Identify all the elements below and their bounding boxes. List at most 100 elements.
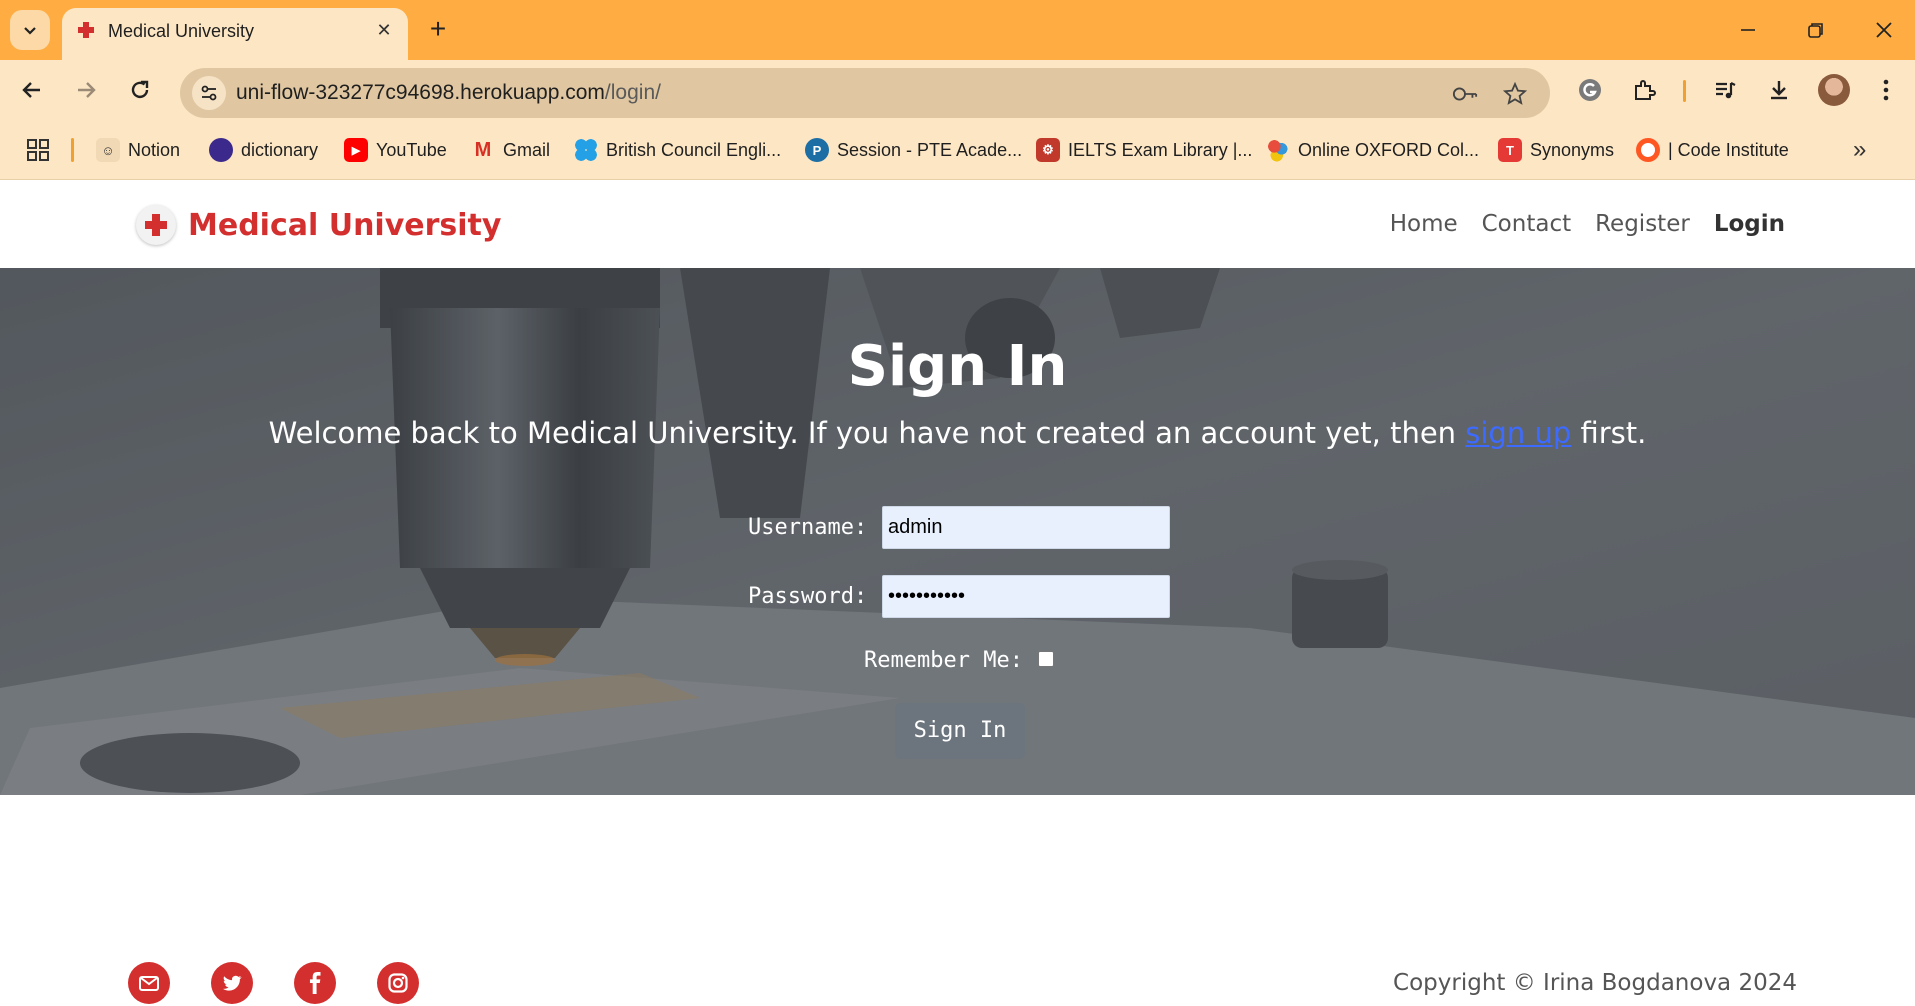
- bookmarks-separator: [71, 138, 74, 162]
- remember-me-checkbox[interactable]: [1038, 651, 1054, 667]
- red-cross-icon: [136, 205, 176, 245]
- bookmark-gmail[interactable]: M Gmail: [471, 137, 550, 163]
- bookmark-pte[interactable]: P Session - PTE Acade...: [805, 137, 1022, 163]
- forward-button[interactable]: [68, 72, 104, 108]
- dictionary-icon: [209, 138, 233, 162]
- bookmark-label: Session - PTE Acade...: [837, 139, 1023, 160]
- youtube-icon: ▶: [344, 138, 368, 162]
- notion-icon: ☺: [96, 138, 120, 162]
- close-icon: [1876, 22, 1892, 38]
- signin-title: Sign In: [847, 334, 1068, 399]
- sign-in-button[interactable]: Sign In: [895, 703, 1025, 759]
- code-institute-icon: [1636, 138, 1660, 162]
- bookmark-ielts[interactable]: ⚙ IELTS Exam Library |...: [1036, 137, 1252, 163]
- restore-button[interactable]: [1792, 10, 1840, 50]
- url-path: /login/: [604, 81, 661, 104]
- brand-link[interactable]: Medical University: [136, 205, 501, 245]
- bookmark-notion[interactable]: ☺ Notion: [96, 137, 180, 163]
- bookmark-label: IELTS Exam Library |...: [1068, 139, 1253, 160]
- twitter-link[interactable]: [211, 962, 253, 1004]
- tab-title: Medical University: [108, 21, 255, 41]
- tune-icon: [201, 85, 217, 101]
- browser-toolbar: uni-flow-323277c94698.herokuapp.com/logi…: [0, 60, 1915, 120]
- red-cross-icon: [78, 22, 94, 38]
- new-tab-button[interactable]: +: [420, 12, 456, 48]
- brand-name: Medical University: [188, 207, 502, 243]
- british-council-icon: [574, 138, 598, 162]
- gmail-icon: M: [474, 138, 492, 161]
- subtitle-text-end: first.: [1571, 416, 1647, 450]
- extensions-icon[interactable]: [1628, 74, 1660, 106]
- arrow-left-icon: [22, 82, 40, 98]
- tab-search-button[interactable]: [10, 10, 50, 50]
- site-info-button[interactable]: [192, 76, 226, 110]
- subtitle-text: Welcome back to Medical University. If y…: [268, 416, 1466, 450]
- chevron-down-icon: [24, 27, 36, 35]
- pte-icon: P: [805, 138, 829, 162]
- copyright-text: Copyright © Irina Bogdanova 2024: [1393, 970, 1797, 996]
- oxford-icon: [1266, 138, 1290, 162]
- facebook-icon: [309, 972, 321, 994]
- toolbar-divider: [1683, 80, 1686, 102]
- site-navbar: Medical University Home Contact Register…: [0, 181, 1915, 268]
- bookmark-label: dictionary: [241, 139, 319, 160]
- browser-tabstrip: Medical University ✕ +: [0, 0, 1915, 60]
- username-input[interactable]: admin: [882, 506, 1170, 549]
- nav-link-contact[interactable]: Contact: [1482, 211, 1571, 237]
- bookmark-label: Notion: [128, 139, 181, 160]
- instagram-link[interactable]: [377, 962, 419, 1004]
- tab-close-icon[interactable]: ✕: [372, 18, 396, 42]
- email-link[interactable]: [128, 962, 170, 1004]
- bookmark-youtube[interactable]: ▶ YouTube: [344, 137, 447, 163]
- bookmarks-bar: ☺ Notion dictionary ▶ YouTube M Gmail Br…: [0, 120, 1915, 180]
- arrow-right-icon: [78, 82, 96, 98]
- bookmark-code-institute[interactable]: | Code Institute: [1636, 137, 1789, 163]
- instagram-icon: [388, 973, 408, 993]
- grammarly-icon[interactable]: [1574, 74, 1606, 106]
- reload-icon: [131, 80, 149, 99]
- bookmark-oxford[interactable]: Online OXFORD Col...: [1266, 137, 1479, 163]
- media-control-icon[interactable]: [1709, 74, 1741, 106]
- synonyms-icon: T: [1498, 138, 1522, 162]
- sign-up-link[interactable]: sign up: [1465, 416, 1571, 450]
- bookmark-dictionary[interactable]: dictionary: [209, 137, 318, 163]
- address-bar[interactable]: uni-flow-323277c94698.herokuapp.com/logi…: [180, 68, 1550, 118]
- nav-link-home[interactable]: Home: [1390, 211, 1458, 237]
- close-window-button[interactable]: [1860, 10, 1908, 50]
- password-label: Password:: [748, 584, 868, 609]
- bookmark-label: YouTube: [376, 139, 447, 160]
- bookmark-label: British Council Engli...: [606, 139, 782, 160]
- twitter-icon: [223, 975, 242, 991]
- ielts-icon: ⚙: [1036, 138, 1060, 162]
- download-icon[interactable]: [1763, 74, 1795, 106]
- nav-link-register[interactable]: Register: [1595, 211, 1690, 237]
- bookmark-british-council[interactable]: British Council Engli...: [574, 137, 781, 163]
- url-host: uni-flow-323277c94698.herokuapp.com: [236, 81, 605, 104]
- chevron-double-right-icon[interactable]: »: [1853, 136, 1866, 164]
- password-input[interactable]: •••••••••••: [882, 575, 1170, 618]
- apps-grid-icon[interactable]: [26, 138, 50, 162]
- bookmark-label: Synonyms: [1530, 139, 1615, 160]
- bookmark-star-icon[interactable]: [1502, 81, 1528, 107]
- username-label: Username:: [748, 515, 868, 540]
- reload-button[interactable]: [122, 72, 158, 108]
- password-key-icon[interactable]: [1452, 81, 1478, 107]
- mail-icon: [139, 976, 159, 991]
- restore-icon: [1808, 23, 1823, 38]
- bookmark-label: | Code Institute: [1668, 139, 1789, 160]
- nav-link-login[interactable]: Login: [1714, 211, 1785, 237]
- minimize-button[interactable]: [1724, 10, 1772, 50]
- back-button[interactable]: [14, 72, 50, 108]
- signin-subtitle: Welcome back to Medical University. If y…: [0, 416, 1915, 450]
- profile-avatar[interactable]: [1818, 74, 1850, 106]
- nav-links: Home Contact Register Login: [1390, 211, 1785, 237]
- remember-me-label: Remember Me:: [864, 648, 1023, 673]
- more-menu-icon[interactable]: [1870, 74, 1902, 106]
- url-text: uni-flow-323277c94698.herokuapp.com/logi…: [236, 81, 661, 105]
- browser-tab[interactable]: Medical University ✕: [62, 8, 408, 60]
- signin-hero: Sign In Welcome back to Medical Universi…: [0, 268, 1915, 795]
- minimize-icon: [1741, 29, 1755, 31]
- facebook-link[interactable]: [294, 962, 336, 1004]
- bookmark-synonyms[interactable]: T Synonyms: [1498, 137, 1614, 163]
- bookmark-label: Gmail: [503, 139, 551, 160]
